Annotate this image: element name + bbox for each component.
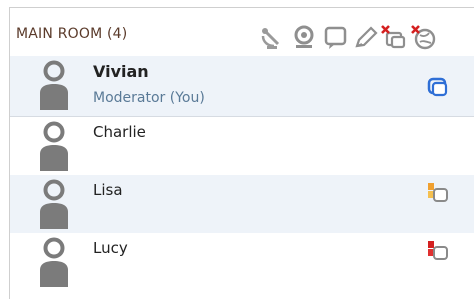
participant-name: Lucy <box>93 239 128 257</box>
user-avatar-icon <box>40 121 68 171</box>
chat-bubble-blue-icon <box>427 77 448 97</box>
stop-share-icon[interactable] <box>410 24 438 52</box>
pencil-icon[interactable] <box>352 24 380 52</box>
chat-bubble-red-icon <box>428 241 448 260</box>
participant-row-vivian[interactable]: Vivian Moderator (You) <box>10 56 474 116</box>
participants-panel: MAIN ROOM (4) Vivian Moderator (You) Cha… <box>0 0 474 299</box>
user-avatar-icon <box>40 60 68 110</box>
participant-name: Charlie <box>93 123 146 141</box>
stop-chat-icon[interactable] <box>380 24 408 52</box>
room-title: MAIN ROOM (4) <box>16 26 128 42</box>
chat-bubble-icon[interactable] <box>322 24 350 52</box>
webcam-icon[interactable] <box>290 24 318 52</box>
participant-row-lisa[interactable]: Lisa <box>10 175 474 233</box>
user-avatar-icon <box>40 237 68 287</box>
participant-row-lucy[interactable]: Lucy <box>10 233 474 295</box>
participant-row-charlie[interactable]: Charlie <box>10 116 474 175</box>
chat-bubble-orange-icon <box>428 183 448 202</box>
toolbar <box>250 18 474 54</box>
participant-name: Vivian <box>93 62 149 81</box>
satellite-dish-icon[interactable] <box>258 24 286 52</box>
participant-name: Lisa <box>93 181 123 199</box>
user-avatar-icon <box>40 179 68 229</box>
participant-role: Moderator (You) <box>93 90 205 106</box>
